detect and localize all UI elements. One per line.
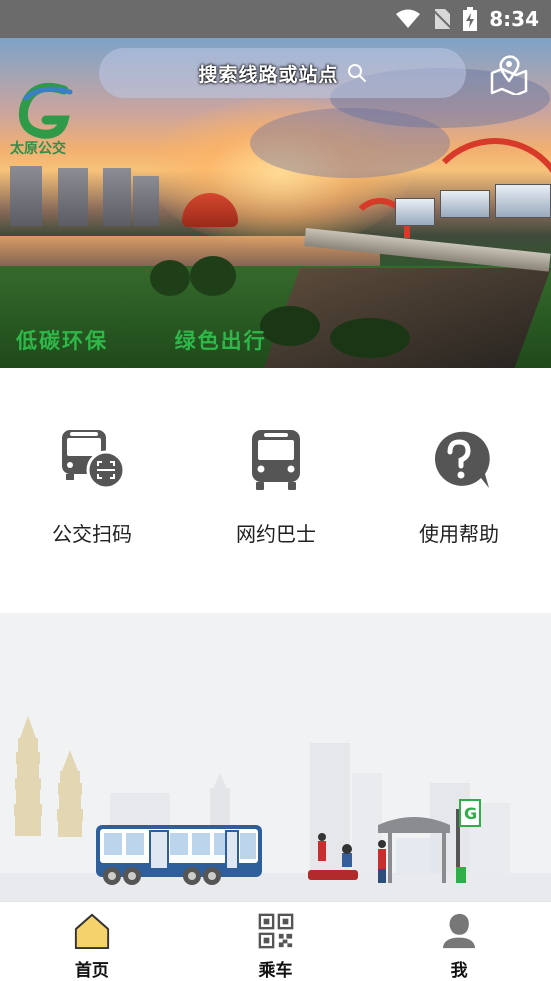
bus-on-bridge xyxy=(440,190,490,218)
building xyxy=(133,176,159,226)
home-icon xyxy=(74,913,109,950)
tree xyxy=(260,306,320,346)
battery-charging-icon xyxy=(463,7,478,31)
feature-label: 公交扫码 xyxy=(52,522,132,546)
bus-on-bridge xyxy=(395,198,435,226)
bus-on-bridge xyxy=(495,184,551,218)
tab-home[interactable]: 首页 xyxy=(0,902,184,981)
no-sim-icon xyxy=(433,9,452,29)
search-bar[interactable]: 搜索线路或站点 xyxy=(99,48,466,98)
tree xyxy=(190,256,236,296)
feature-grid: 公交扫码 网约巴士 使用帮助 xyxy=(0,368,551,613)
tab-label: 乘车 xyxy=(258,961,293,981)
feature-online-bus[interactable]: 网约巴士 xyxy=(201,424,351,554)
profile-icon xyxy=(443,913,476,949)
qr-code-icon xyxy=(258,913,293,949)
slogan-low-carbon: 低碳环保 xyxy=(16,329,108,353)
hero-banner: 太原公交 搜索线路或站点 低碳环保 绿色出行 xyxy=(0,38,551,368)
bus-graphic xyxy=(96,825,262,885)
tab-me[interactable]: 我 xyxy=(367,902,551,981)
bus-icon xyxy=(252,430,300,490)
tab-label: 我 xyxy=(450,961,468,981)
feature-label: 网约巴士 xyxy=(236,522,316,546)
tab-ride[interactable]: 乘车 xyxy=(184,902,368,981)
logo-caption: 太原公交 xyxy=(10,141,66,157)
slogan-green-travel: 绿色出行 xyxy=(174,329,267,353)
building xyxy=(58,168,88,226)
bottom-navigation: 首页 乘车 我 xyxy=(0,901,551,981)
status-bar: 8:34 xyxy=(0,0,551,38)
tab-label: 首页 xyxy=(74,961,109,981)
slogan: 低碳环保 绿色出行 xyxy=(16,325,267,355)
search-placeholder: 搜索线路或站点 xyxy=(198,63,339,86)
help-icon xyxy=(434,431,490,488)
bus-stop-illustration: G xyxy=(0,613,551,901)
city-scene-graphic: G xyxy=(0,716,551,901)
status-time: 8:34 xyxy=(489,7,539,31)
bus-scan-icon xyxy=(62,430,126,490)
tree xyxy=(330,318,410,358)
feature-label: 使用帮助 xyxy=(419,522,499,546)
wifi-icon xyxy=(396,9,421,28)
building xyxy=(10,166,42,226)
search-icon xyxy=(347,64,366,82)
tree xyxy=(150,260,190,296)
feature-help[interactable]: 使用帮助 xyxy=(384,424,534,554)
building xyxy=(103,168,131,226)
map-pin-icon[interactable] xyxy=(488,55,530,95)
feature-bus-scan[interactable]: 公交扫码 xyxy=(17,424,167,554)
svg-text:G: G xyxy=(464,804,477,823)
